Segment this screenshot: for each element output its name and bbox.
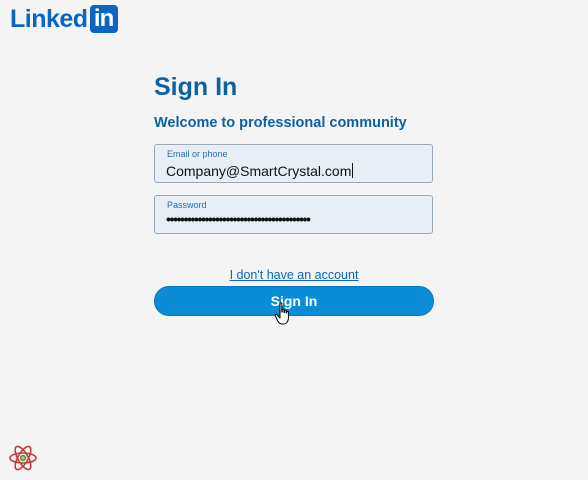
page-title: Sign In — [154, 73, 238, 101]
email-input[interactable]: Company@SmartCrystal.com — [166, 163, 354, 179]
password-field-label: Password — [167, 200, 207, 210]
email-value: Company@SmartCrystal.com — [166, 163, 352, 179]
password-input[interactable]: ••••••••••••••••••••••••••••••••••••••••… — [166, 211, 311, 227]
linkedin-logo: Linked in — [10, 5, 118, 33]
password-field[interactable]: Password •••••••••••••••••••••••••••••••… — [154, 195, 433, 234]
react-logo-icon — [9, 445, 37, 471]
no-account-link[interactable]: I don't have an account — [154, 268, 434, 282]
logo-text: Linked — [10, 4, 88, 33]
sign-in-button[interactable]: Sign In — [154, 286, 434, 316]
email-field[interactable]: Email or phone Company@SmartCrystal.com — [154, 144, 433, 183]
logo-in-badge: in — [89, 5, 118, 33]
email-field-label: Email or phone — [167, 149, 228, 159]
hand-pointer-icon — [274, 302, 289, 325]
page-subtitle: Welcome to professional community — [154, 115, 407, 131]
text-caret — [352, 163, 354, 178]
